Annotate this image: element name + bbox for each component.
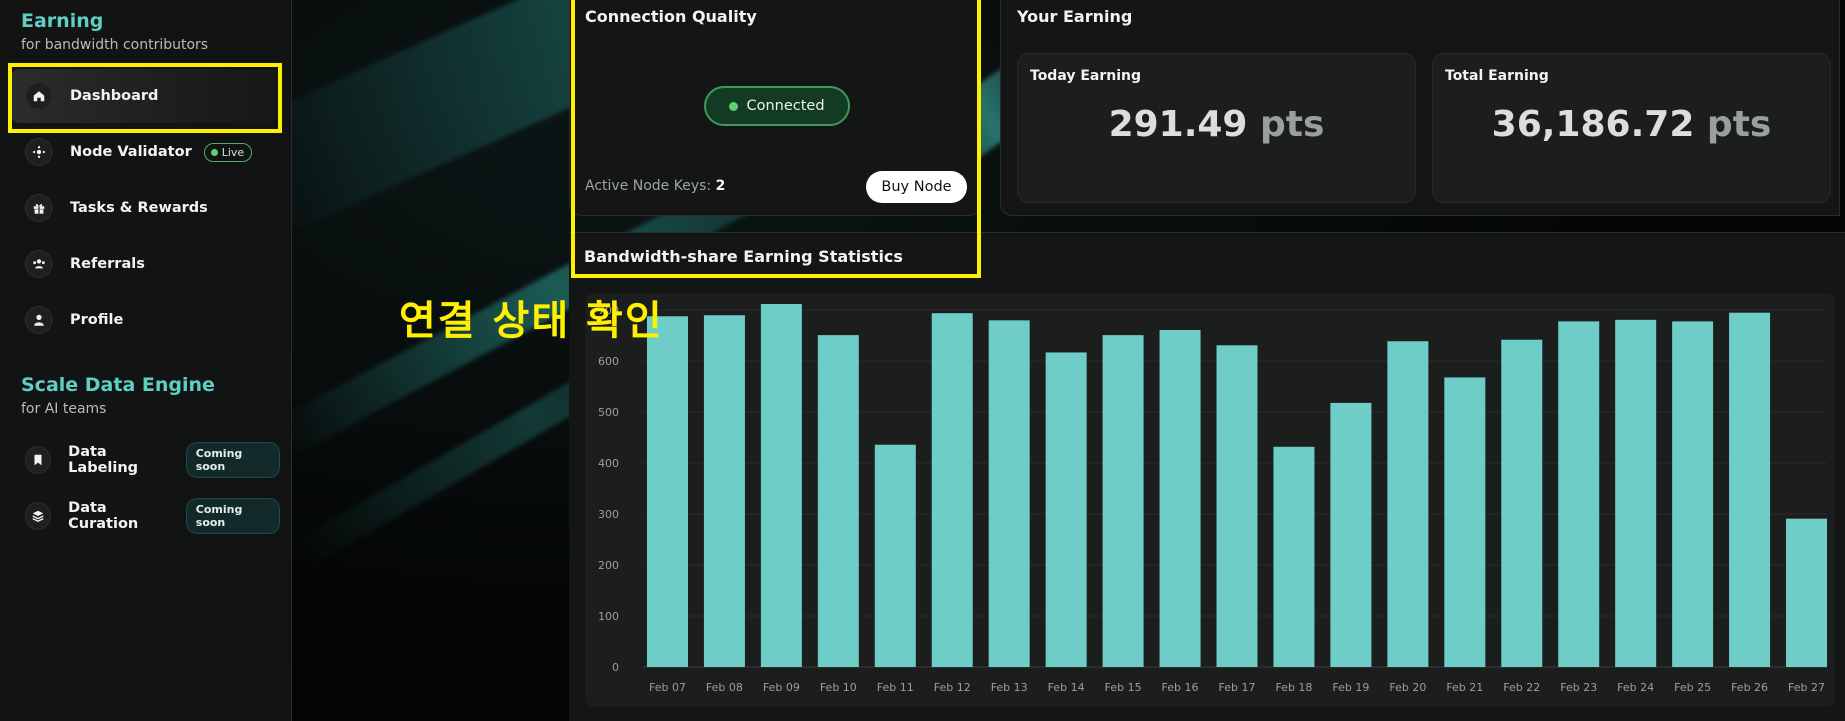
chart-bar[interactable] <box>817 335 859 667</box>
x-tick-label: Feb 12 <box>934 681 971 694</box>
earning-section-title: Earning <box>21 10 104 32</box>
chart-bar[interactable] <box>1558 321 1600 667</box>
total-earning-card: Total Earning 36,186.72 pts <box>1432 53 1831 203</box>
chart-bar[interactable] <box>988 320 1030 667</box>
coming-soon-badge: Coming soon <box>185 442 280 478</box>
sidebar-item-label: Data Labeling <box>68 444 139 476</box>
sidebar-item-label: Profile <box>70 312 124 328</box>
sidebar-item-label: Referrals <box>70 256 145 272</box>
x-tick-label: Feb 15 <box>1105 681 1142 694</box>
sidebar-item-label: Node Validator <box>70 144 192 160</box>
annotation-text: 연결 상태 확인 <box>399 298 664 344</box>
x-tick-label: Feb 20 <box>1389 681 1426 694</box>
chart-bar[interactable] <box>703 315 745 667</box>
bookmark-icon <box>25 446 52 474</box>
sidebar-item-data-labeling[interactable]: Data Labeling Coming soon <box>10 433 280 487</box>
total-earning-label: Total Earning <box>1445 68 1549 84</box>
chart-bar[interactable] <box>1102 335 1144 667</box>
x-tick-label: Feb 21 <box>1446 681 1483 694</box>
chart-bar[interactable] <box>1786 518 1828 667</box>
sidebar-item-label: Data Curation <box>68 500 139 532</box>
x-tick-label: Feb 22 <box>1503 681 1540 694</box>
user-icon <box>25 306 53 334</box>
chart-bar[interactable] <box>646 316 688 667</box>
y-tick-label: 400 <box>598 457 619 470</box>
chart-bar[interactable] <box>1387 341 1429 667</box>
chart-bar[interactable] <box>1159 330 1201 667</box>
earning-chart-container: 0 100 200 300 400 500 600 700 Feb 07 Feb 08 Feb 09… <box>585 293 1835 707</box>
x-tick-label: Feb 10 <box>820 681 857 694</box>
x-tick-label: Feb 25 <box>1674 681 1711 694</box>
chart-bar[interactable] <box>760 304 802 667</box>
sidebar-item-referrals[interactable]: Referrals <box>10 237 280 291</box>
x-tick-label: Feb 08 <box>706 681 743 694</box>
total-earning-amount: 36,186.72 <box>1491 104 1695 145</box>
x-tick-label: Feb 18 <box>1275 681 1312 694</box>
x-tick-label: Feb 24 <box>1617 681 1654 694</box>
scale-section-title: Scale Data Engine <box>21 374 215 396</box>
y-tick-label: 600 <box>598 355 619 368</box>
coming-soon-badge: Coming soon <box>185 498 280 534</box>
x-tick-label: Feb 23 <box>1560 681 1597 694</box>
chart-bar[interactable] <box>1615 319 1657 667</box>
total-earning-value: 36,186.72 pts <box>1433 104 1830 145</box>
today-earning-label: Today Earning <box>1030 68 1142 84</box>
chart-bar[interactable] <box>874 444 916 667</box>
x-tick-label: Feb 14 <box>1048 681 1085 694</box>
layers-icon <box>25 502 52 530</box>
sidebar-item-tasks-rewards[interactable]: Tasks & Rewards <box>10 181 280 235</box>
earning-bar-chart: 0100200300400500600700Feb 07 Feb 08 Feb 09… <box>598 304 1828 694</box>
chart-bar[interactable] <box>931 313 973 667</box>
chart-bar[interactable] <box>1729 312 1771 667</box>
highlight-box-dashboard <box>8 63 282 133</box>
highlight-box-connection <box>571 0 981 278</box>
today-earning-card: Today Earning 291.49 pts <box>1017 53 1416 203</box>
x-tick-label: Feb 27 <box>1788 681 1825 694</box>
earning-panel: Your Earning Today Earning 291.49 pts To… <box>1000 0 1840 216</box>
live-badge: Live <box>203 142 253 162</box>
chart-bar[interactable] <box>1444 377 1486 667</box>
y-tick-label: 0 <box>612 661 619 674</box>
today-earning-unit: pts <box>1260 104 1325 145</box>
chart-bar[interactable] <box>1273 446 1315 667</box>
today-earning-amount: 291.49 <box>1108 104 1248 145</box>
chart-bar[interactable] <box>1501 339 1543 667</box>
node-icon <box>25 138 53 166</box>
today-earning-value: 291.49 pts <box>1018 104 1415 145</box>
y-tick-label: 100 <box>598 610 619 623</box>
gift-icon <box>25 194 53 222</box>
y-tick-label: 500 <box>598 406 619 419</box>
x-tick-label: Feb 16 <box>1162 681 1199 694</box>
your-earning-title: Your Earning <box>1017 7 1133 26</box>
live-badge-label: Live <box>221 145 245 159</box>
live-dot-icon <box>210 148 218 156</box>
x-tick-label: Feb 11 <box>877 681 914 694</box>
sidebar-item-profile[interactable]: Profile <box>10 293 280 347</box>
earning-section-subtitle: for bandwidth contributors <box>21 37 209 53</box>
users-icon <box>25 250 53 278</box>
y-tick-label: 200 <box>598 559 619 572</box>
x-tick-label: Feb 26 <box>1731 681 1768 694</box>
chart-bar[interactable] <box>1330 402 1372 667</box>
chart-bar[interactable] <box>1045 352 1087 667</box>
sidebar-item-data-curation[interactable]: Data Curation Coming soon <box>10 489 280 543</box>
x-tick-label: Feb 09 <box>763 681 800 694</box>
x-tick-label: Feb 19 <box>1332 681 1369 694</box>
x-tick-label: Feb 07 <box>649 681 686 694</box>
x-tick-label: Feb 13 <box>991 681 1028 694</box>
total-earning-unit: pts <box>1706 104 1772 145</box>
x-tick-label: Feb 17 <box>1219 681 1256 694</box>
sidebar-item-label: Tasks & Rewards <box>70 200 208 216</box>
sidebar-item-node-validator[interactable]: Node Validator Live <box>10 125 280 179</box>
chart-bar[interactable] <box>1216 345 1258 667</box>
chart-bar[interactable] <box>1672 321 1714 667</box>
y-tick-label: 300 <box>598 508 619 521</box>
scale-section-subtitle: for AI teams <box>21 401 107 417</box>
